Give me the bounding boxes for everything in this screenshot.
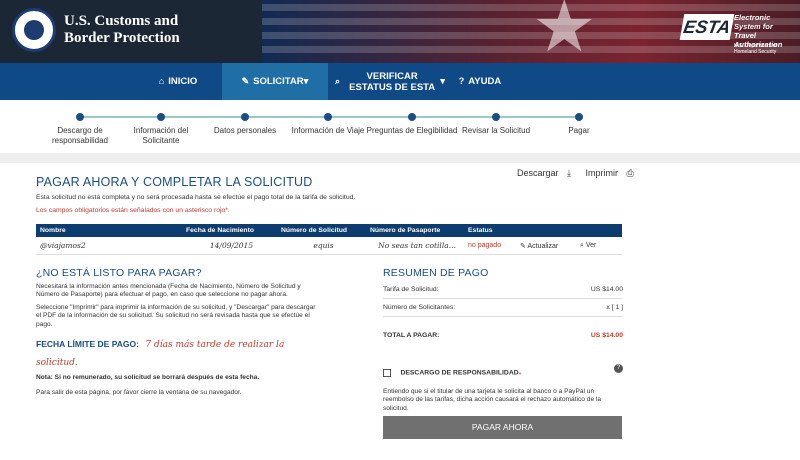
site-header: ★ U.S. Customs and Border Protection EST…	[0, 0, 800, 63]
step-label: Información del Solicitante	[133, 126, 189, 145]
print-paragraph: Seleccione "Imprimir" para imprimir la i…	[36, 303, 316, 328]
nav-ayuda[interactable]: ? AYUDA	[455, 63, 505, 100]
incomplete-notice: Esta solicitud no está completa y no ser…	[36, 194, 356, 201]
pencil-icon: ✎	[241, 76, 250, 86]
step-dot	[408, 113, 416, 121]
step-dot	[492, 113, 500, 121]
table-header: Nombre Fecha de Nacimiento Número de Sol…	[36, 224, 622, 237]
disclaimer-section: DESCARGO DE RESPONSABILIDAD* ? Entiendo …	[383, 364, 623, 413]
view-link[interactable]: ⌕ Ver	[576, 242, 622, 250]
not-ready-heading: ¿NO ESTÁ LISTO PARA PAGAR?	[36, 267, 202, 279]
update-link[interactable]: ✎ Actualizar	[516, 242, 576, 250]
total-row: TOTAL A PAGAR: US $14.00	[383, 332, 623, 339]
step-dot	[76, 113, 84, 121]
printer-icon: ⎙	[626, 168, 634, 178]
applications-table: Nombre Fecha de Nacimiento Número de Sol…	[36, 224, 622, 255]
step-dot	[575, 113, 583, 121]
info-paragraph: Necesitará la información antes menciona…	[36, 283, 301, 299]
summary-heading: RESUMEN DE PAGO	[383, 267, 489, 279]
required-notice: Los campos obligatorios están señalados …	[36, 207, 230, 214]
page-title: PAGAR AHORA Y COMPLETAR LA SOLICITUD	[36, 175, 313, 189]
download-icon: ⤓	[567, 168, 572, 178]
status-badge: no pagado	[468, 242, 502, 249]
step-label: Descargo de responsabilidad	[51, 126, 109, 145]
step-label: Pagar	[568, 126, 590, 135]
help-icon[interactable]: ?	[614, 364, 623, 373]
divider	[0, 153, 800, 163]
caret-down-icon: ▾	[440, 76, 445, 87]
disclaimer-checkbox[interactable]	[383, 368, 391, 377]
deadline: FECHA LÍMITE DE PAGO: 7 días más tarde d…	[36, 339, 285, 369]
search-icon: ⌕	[335, 76, 341, 86]
step-dot	[157, 113, 165, 121]
page-actions: Descargar ⤓ Imprimir ⎙	[517, 168, 646, 179]
pay-now-button[interactable]: PAGAR AHORA	[383, 416, 622, 439]
print-link[interactable]: Imprimir ⎙	[586, 168, 640, 178]
star-icon: ★	[532, 0, 597, 63]
fee-row: Tarifa de Solicitud: US $14.00	[383, 281, 623, 299]
step-label: Preguntas de Elegibilidad	[366, 126, 458, 135]
main-nav: ⌂ INICIO ✎ SOLICITAR ▾ ⌕ VERIFICAR ESTATU…	[0, 63, 800, 100]
not-ready-section: ¿NO ESTÁ LISTO PARA PAGAR? Necesitará la…	[36, 267, 321, 398]
step-label: Información de Viaje	[291, 126, 365, 135]
main-content: PAGAR AHORA Y COMPLETAR LA SOLICITUD Des…	[0, 163, 800, 460]
nav-solicitar[interactable]: ✎ SOLICITAR ▾	[222, 63, 328, 100]
table-row: @viajamos2 14/09/2015 equis No seas tan …	[36, 237, 622, 255]
esta-logo[interactable]: ESTA Electronic System for Travel Author…	[679, 13, 792, 55]
nav-verificar[interactable]: ⌕ VERIFICAR ESTATUS DE ESTA ▾	[335, 63, 445, 100]
exit-note: Para salir de esta página, por favor cie…	[36, 389, 242, 397]
download-link[interactable]: Descargar ⤓	[517, 168, 577, 178]
step-label: Revisar la Solicitud	[461, 126, 531, 135]
payment-summary: RESUMEN DE PAGO Tarifa de Solicitud: US …	[383, 267, 623, 344]
caret-down-icon: ▾	[303, 76, 309, 87]
disclaimer-text: Entiendo que si el titular de una tarjet…	[383, 388, 602, 412]
nav-inicio[interactable]: ⌂ INICIO	[148, 63, 208, 100]
count-row: Número de Solicitantes: x [ 1 ]	[383, 299, 623, 317]
pencil-icon: ✎	[520, 242, 526, 250]
search-icon: ⌕	[580, 241, 584, 249]
home-icon: ⌂	[158, 76, 165, 86]
step-dot	[324, 113, 332, 121]
dhs-seal-logo	[12, 8, 56, 52]
question-circle-icon: ?	[458, 76, 465, 86]
deadline-note: Nota: Si no remunerado, su solicitud se …	[36, 374, 260, 382]
step-label: Datos personales	[213, 126, 277, 135]
step-dot	[241, 113, 249, 121]
agency-name[interactable]: U.S. Customs and Border Protection	[64, 13, 180, 47]
